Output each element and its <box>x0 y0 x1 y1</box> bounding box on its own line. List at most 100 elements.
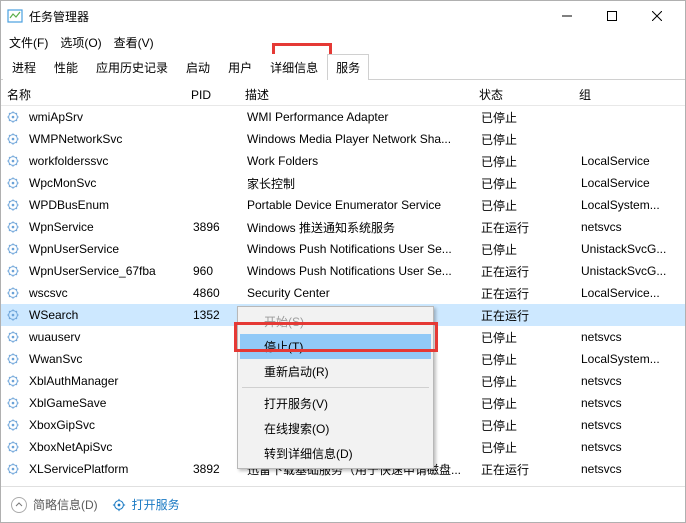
ctx-stop[interactable]: 停止(T) <box>240 334 431 359</box>
cell-pid <box>187 357 241 361</box>
cell-name: WpcMonSvc <box>23 174 187 192</box>
menu-options[interactable]: 选项(O) <box>54 32 107 53</box>
maximize-button[interactable] <box>589 1 634 31</box>
menu-file[interactable]: 文件(F) <box>3 32 54 53</box>
cell-group <box>575 137 685 141</box>
cell-group: netsvcs <box>575 372 685 390</box>
cell-status: 已停止 <box>475 327 575 348</box>
service-icon <box>5 197 21 213</box>
cell-name: XblAuthManager <box>23 372 187 390</box>
open-services-button[interactable]: 打开服务 <box>112 496 180 513</box>
service-icon <box>5 131 21 147</box>
footer: 简略信息(D) 打开服务 <box>1 486 685 522</box>
cell-pid <box>187 159 241 163</box>
service-icon <box>5 461 21 477</box>
cell-name: WPDBusEnum <box>23 196 187 214</box>
col-group[interactable]: 组 <box>573 84 685 105</box>
cell-status: 正在运行 <box>475 261 575 282</box>
column-headers: 名称 PID 描述 状态 组 <box>1 80 685 106</box>
service-icon <box>5 417 21 433</box>
chevron-up-icon <box>11 497 27 513</box>
service-icon <box>5 241 21 257</box>
titlebar: 任务管理器 <box>1 1 685 31</box>
cell-name: XLServicePlatform <box>23 460 187 478</box>
col-desc[interactable]: 描述 <box>239 84 473 105</box>
cell-pid <box>187 379 241 383</box>
tab-4[interactable]: 用户 <box>219 54 261 80</box>
cell-pid: 4860 <box>187 284 241 302</box>
cell-group: netsvcs <box>575 416 685 434</box>
table-row[interactable]: wmiApSrvWMI Performance Adapter已停止 <box>1 106 685 128</box>
ctx-open-services[interactable]: 打开服务(V) <box>240 391 431 416</box>
cell-pid <box>187 423 241 427</box>
cell-group: LocalSystem... <box>575 196 685 214</box>
cell-pid: 3896 <box>187 218 241 236</box>
cell-name: WpnUserService <box>23 240 187 258</box>
cell-name: wmiApSrv <box>23 108 187 126</box>
tab-5[interactable]: 详细信息 <box>261 54 327 80</box>
ctx-go-to-details[interactable]: 转到详细信息(D) <box>240 441 431 466</box>
cell-desc: Windows Push Notifications User Se... <box>241 240 475 258</box>
cell-group: UnistackSvcG... <box>575 262 685 280</box>
service-icon <box>5 285 21 301</box>
tab-2[interactable]: 应用历史记录 <box>87 54 177 80</box>
table-row[interactable]: WpcMonSvc 家长控制已停止LocalService <box>1 172 685 194</box>
tab-1[interactable]: 性能 <box>45 54 87 80</box>
service-icon <box>5 395 21 411</box>
col-name[interactable]: 名称 <box>1 84 185 105</box>
brief-info-button[interactable]: 简略信息(D) <box>11 496 98 513</box>
table-row[interactable]: WPDBusEnum Portable Device Enumerator Ser… <box>1 194 685 216</box>
table-row[interactable]: wscsvc4860Security Center正在运行LocalServic… <box>1 282 685 304</box>
minimize-button[interactable] <box>544 1 589 31</box>
cell-pid <box>187 335 241 339</box>
cell-status: 已停止 <box>475 195 575 216</box>
col-pid[interactable]: PID <box>185 86 239 104</box>
cell-status: 已停止 <box>475 173 575 194</box>
table-row[interactable]: WpnService3896Windows 推送通知系统服务正在运行netsvc… <box>1 216 685 238</box>
menubar: 文件(F) 选项(O) 查看(V) <box>1 31 685 53</box>
cell-group: LocalService <box>575 174 685 192</box>
cell-desc: Portable Device Enumerator Service <box>241 196 475 214</box>
tab-3[interactable]: 启动 <box>177 54 219 80</box>
service-icon <box>5 219 21 235</box>
menu-view[interactable]: 查看(V) <box>108 32 160 53</box>
cell-status: 已停止 <box>475 239 575 260</box>
col-status[interactable]: 状态 <box>473 84 573 105</box>
ctx-restart[interactable]: 重新启动(R) <box>240 359 431 384</box>
tab-0[interactable]: 进程 <box>3 54 45 80</box>
cell-desc: 家长控制 <box>241 173 475 194</box>
cell-group: netsvcs <box>575 438 685 456</box>
cell-desc: Windows Push Notifications User Se... <box>241 262 475 280</box>
cell-name: WwanSvc <box>23 350 187 368</box>
cell-group: netsvcs <box>575 460 685 478</box>
table-row[interactable]: WMPNetworkSvcWindows Media Player Networ… <box>1 128 685 150</box>
cell-group: netsvcs <box>575 328 685 346</box>
window-title: 任务管理器 <box>29 8 544 25</box>
cell-desc: Windows 推送通知系统服务 <box>241 217 475 238</box>
cell-name: WpnUserService_67fba <box>23 262 187 280</box>
cell-status: 已停止 <box>475 437 575 458</box>
ctx-search-online[interactable]: 在线搜索(O) <box>240 416 431 441</box>
cell-status: 已停止 <box>475 393 575 414</box>
table-row[interactable]: workfolderssvcWork Folders已停止LocalServic… <box>1 150 685 172</box>
cell-name: wuauserv <box>23 328 187 346</box>
cell-status: 已停止 <box>475 415 575 436</box>
cell-group <box>575 115 685 119</box>
service-icon <box>5 109 21 125</box>
cell-pid <box>187 115 241 119</box>
table-row[interactable]: WpnUserService Windows Push Notifications… <box>1 238 685 260</box>
close-button[interactable] <box>634 1 679 31</box>
cell-status: 已停止 <box>475 349 575 370</box>
tabs: 进程性能应用历史记录启动用户详细信息服务 <box>1 53 685 80</box>
service-icon <box>5 175 21 191</box>
cell-name: WMPNetworkSvc <box>23 130 187 148</box>
cell-name: workfolderssvc <box>23 152 187 170</box>
cell-pid <box>187 401 241 405</box>
cell-pid: 3892 <box>187 460 241 478</box>
context-menu: 开始(S) 停止(T) 重新启动(R) 打开服务(V) 在线搜索(O) 转到详细… <box>237 306 434 469</box>
cell-pid <box>187 203 241 207</box>
cell-pid <box>187 137 241 141</box>
cell-pid: 1352 <box>187 306 241 324</box>
tab-6[interactable]: 服务 <box>327 54 369 80</box>
table-row[interactable]: WpnUserService_67fba960Windows Push Noti… <box>1 260 685 282</box>
